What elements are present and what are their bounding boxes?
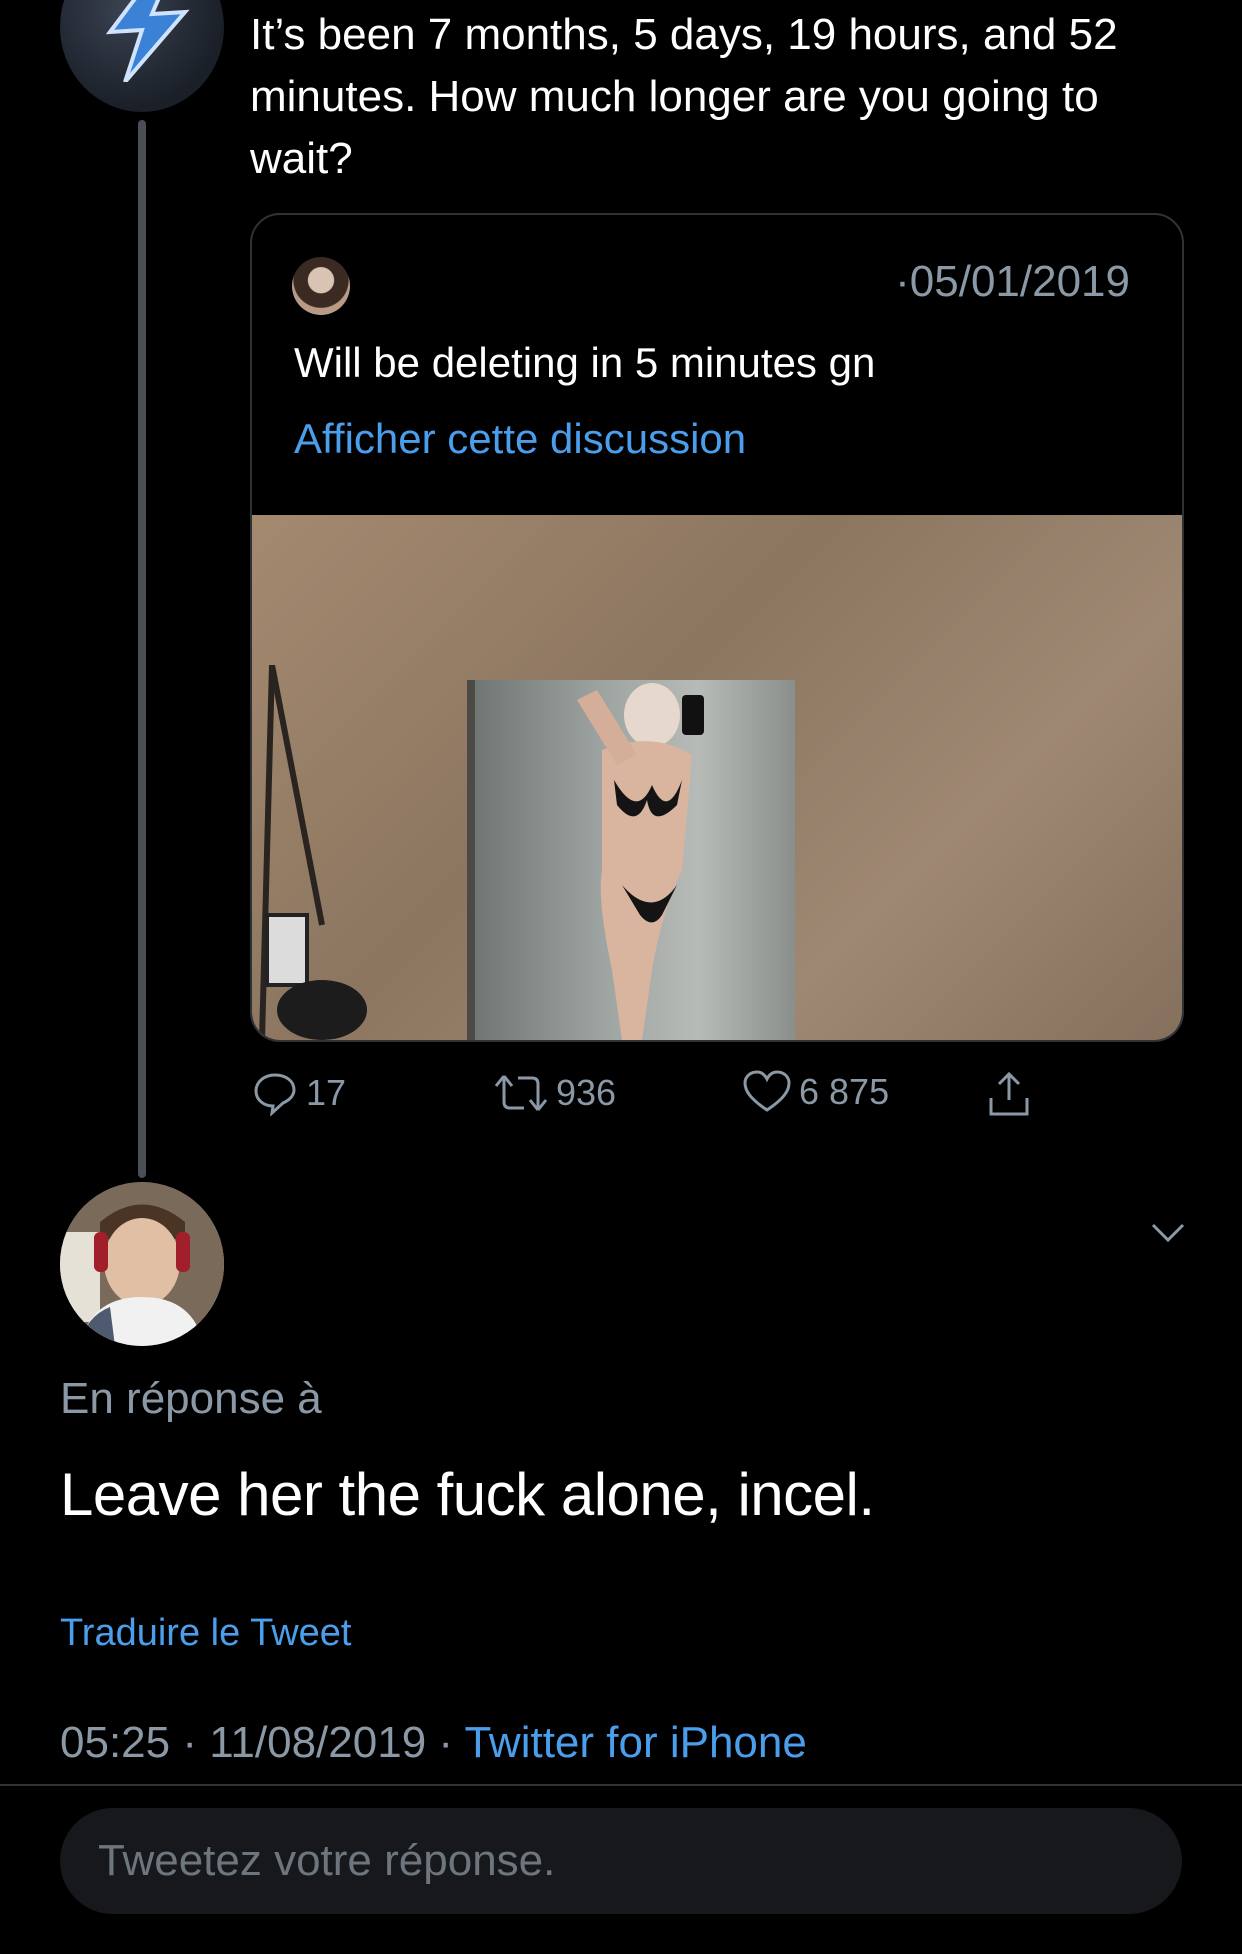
- quoted-tweet-text: Will be deleting in 5 minutes gn: [294, 339, 876, 386]
- redacted-username: [370, 273, 670, 303]
- tweet-timestamp: 05:25 · 11/08/2019 ·: [60, 1718, 465, 1767]
- retweet-icon: [494, 1075, 548, 1111]
- reply-icon: [254, 1073, 296, 1116]
- like-action[interactable]: 6 875: [743, 1070, 889, 1114]
- reply-avatar-face: [60, 1182, 224, 1346]
- reply-tweet-text: Leave her the fuck alone, incel.: [60, 1461, 875, 1528]
- thread-connector-line: [138, 120, 146, 1178]
- quoted-tweet-card[interactable]: ·05/01/2019 Will be deleting in 5 minute…: [250, 213, 1184, 1042]
- author-avatar[interactable]: [60, 0, 224, 112]
- share-action[interactable]: [985, 1070, 1033, 1118]
- tweet-source-link[interactable]: Twitter for iPhone: [464, 1718, 806, 1767]
- share-icon: [989, 1071, 1029, 1116]
- show-thread-link[interactable]: Afficher cette discussion: [294, 415, 746, 463]
- reply-author-avatar[interactable]: [60, 1182, 224, 1346]
- chevron-down-icon[interactable]: [1150, 1222, 1186, 1244]
- person-silhouette: [577, 683, 704, 1040]
- reply-count: 17: [306, 1072, 347, 1113]
- quoted-tweet-date: ·05/01/2019: [895, 257, 1130, 306]
- heart-icon: [743, 1070, 791, 1112]
- quoted-tweet-photo[interactable]: [252, 515, 1182, 1040]
- like-count: 6 875: [799, 1071, 890, 1112]
- translate-tweet-link[interactable]: Traduire le Tweet: [60, 1612, 351, 1655]
- divider: [0, 1784, 1242, 1786]
- in-reply-to-label: En réponse à: [60, 1374, 322, 1423]
- tweet-text: It’s been 7 months, 5 days, 19 hours, an…: [250, 10, 1118, 183]
- quoted-author-avatar[interactable]: [292, 257, 350, 315]
- tweet-metadata: 05:25 · 11/08/2019 · Twitter for iPhone: [60, 1718, 807, 1768]
- retweet-action[interactable]: 936: [494, 1070, 616, 1116]
- retweet-count: 936: [556, 1072, 617, 1113]
- tripod-shape: [259, 665, 367, 1040]
- composer-placeholder: Tweetez votre réponse.: [98, 1836, 556, 1885]
- lightning-bolt-icon: [105, 0, 190, 82]
- reply-action[interactable]: 17: [252, 1070, 346, 1116]
